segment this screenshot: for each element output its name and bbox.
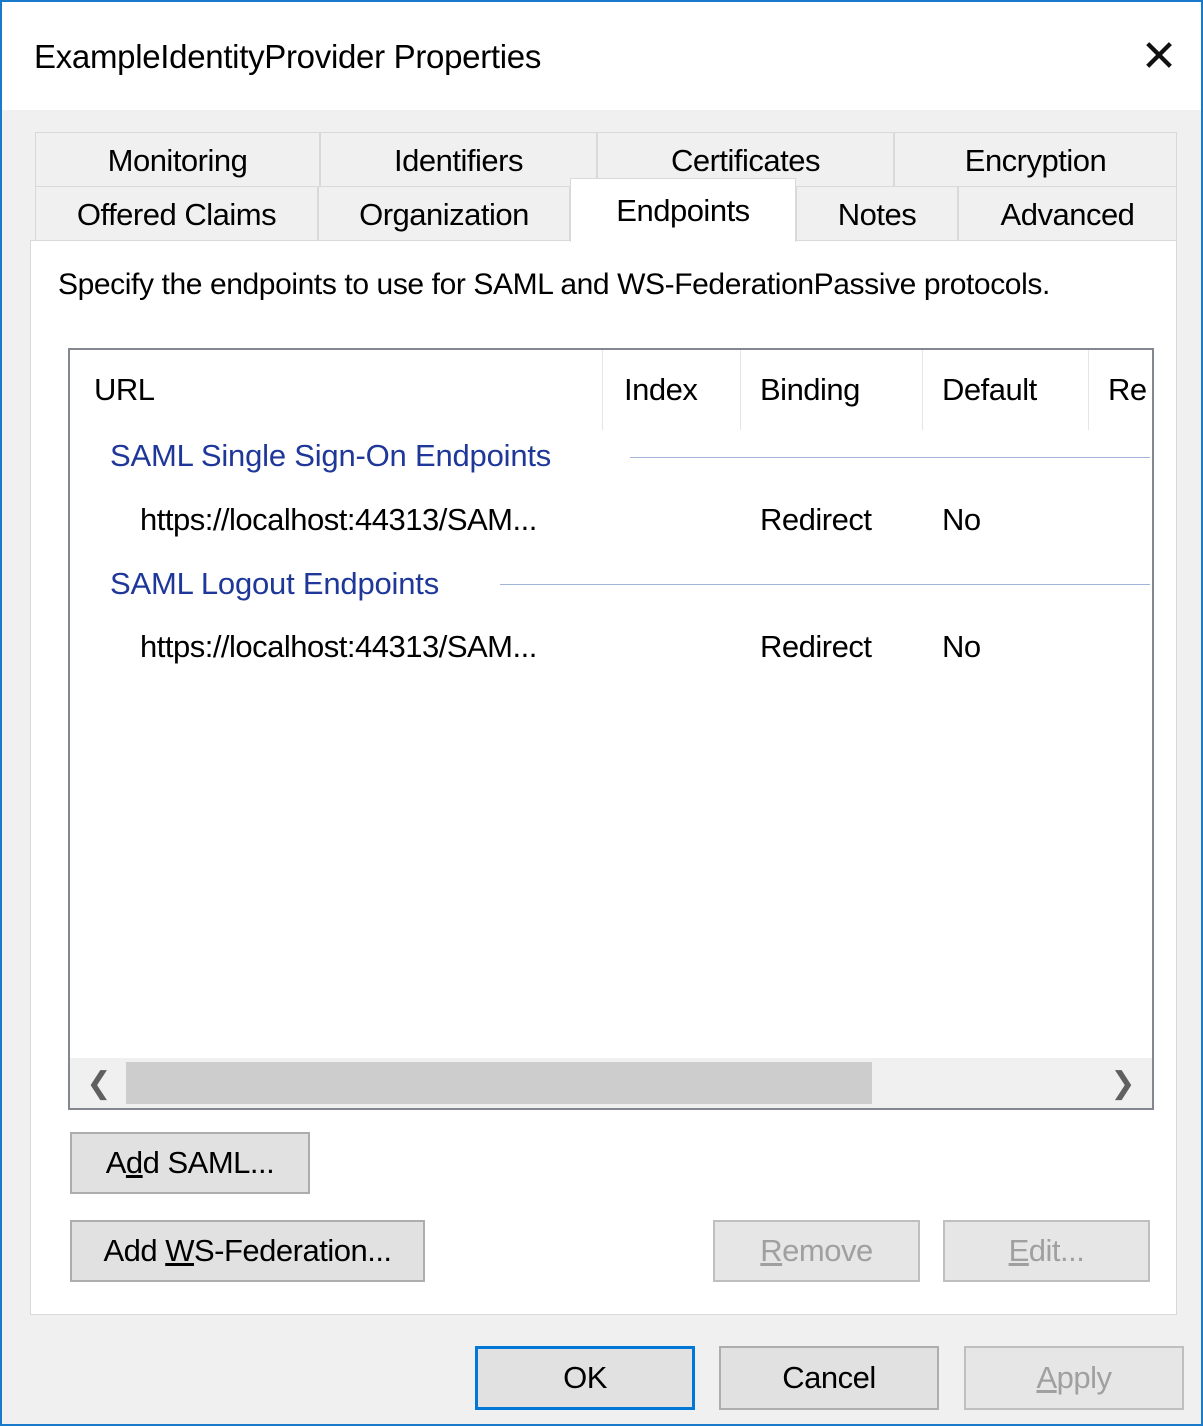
button-label: d SAML... [142, 1145, 275, 1180]
column-divider[interactable] [602, 350, 603, 430]
group-header-sso[interactable]: SAML Single Sign-On Endpoints [110, 438, 564, 474]
tab-endpoints[interactable]: Endpoints [570, 178, 796, 242]
mnemonic-key: W [165, 1233, 194, 1268]
mnemonic-key: R [760, 1233, 783, 1268]
edit-button[interactable]: Edit... [943, 1220, 1150, 1282]
tab-monitoring[interactable]: Monitoring [35, 132, 320, 188]
column-header-re[interactable]: Re [1108, 350, 1147, 430]
column-header-url[interactable]: URL [94, 350, 155, 430]
group-divider [500, 584, 1150, 585]
mnemonic-key: E [1008, 1233, 1030, 1268]
window-title: ExampleIdentityProvider Properties [34, 38, 542, 75]
default-cell: No [942, 502, 981, 537]
add-saml-button[interactable]: Add SAML... [70, 1132, 310, 1194]
column-header-default[interactable]: Default [942, 350, 1037, 430]
column-header-binding[interactable]: Binding [760, 350, 860, 430]
add-ws-federation-button[interactable]: Add W S-Federation... [70, 1220, 425, 1282]
binding-cell: Redirect [760, 629, 872, 664]
apply-button[interactable]: Apply [964, 1346, 1184, 1410]
tab-encryption[interactable]: Encryption [894, 132, 1177, 188]
button-label: emove [782, 1233, 873, 1268]
tab-advanced[interactable]: Advanced [958, 186, 1177, 242]
properties-dialog: ExampleIdentityProvider Properties ✕ Mon… [0, 0, 1203, 1426]
column-divider[interactable] [1088, 350, 1089, 430]
default-cell: No [942, 629, 981, 664]
group-divider [630, 457, 1150, 458]
tab-identifiers[interactable]: Identifiers [320, 132, 597, 188]
tab-organization[interactable]: Organization [318, 186, 570, 242]
button-label: Add [103, 1233, 166, 1268]
cancel-button[interactable]: Cancel [719, 1346, 939, 1410]
tab-offered-claims[interactable]: Offered Claims [35, 186, 318, 242]
horizontal-scrollbar[interactable]: ❮ ❯ [70, 1058, 1152, 1108]
scrollbar-thumb[interactable] [126, 1062, 872, 1104]
chevron-left-icon[interactable]: ❮ [74, 1058, 124, 1108]
instructions-text: Specify the endpoints to use for SAML an… [58, 268, 1050, 301]
column-divider[interactable] [922, 350, 923, 430]
binding-cell: Redirect [760, 502, 872, 537]
title-bar[interactable]: ExampleIdentityProvider Properties ✕ [2, 2, 1201, 110]
button-label: S-Federation... [194, 1233, 392, 1268]
group-header-logout[interactable]: SAML Logout Endpoints [110, 566, 451, 602]
ok-button[interactable]: OK [475, 1346, 695, 1410]
button-label: pply [1056, 1360, 1112, 1395]
button-label: A [105, 1145, 127, 1180]
mnemonic-key: A [1036, 1360, 1057, 1395]
column-header-index[interactable]: Index [624, 350, 698, 430]
chevron-right-icon[interactable]: ❯ [1098, 1058, 1148, 1108]
endpoints-list[interactable]: URL Index Binding Default Re SAML Single… [68, 348, 1154, 1110]
mnemonic-key: d [125, 1145, 143, 1180]
close-icon[interactable]: ✕ [1120, 20, 1198, 92]
remove-button[interactable]: Remove [713, 1220, 920, 1282]
url-cell: https://localhost:44313/SAM... [140, 629, 537, 664]
column-divider[interactable] [740, 350, 741, 430]
button-label: dit... [1028, 1233, 1085, 1268]
url-cell: https://localhost:44313/SAM... [140, 502, 537, 537]
tab-notes[interactable]: Notes [796, 186, 958, 242]
